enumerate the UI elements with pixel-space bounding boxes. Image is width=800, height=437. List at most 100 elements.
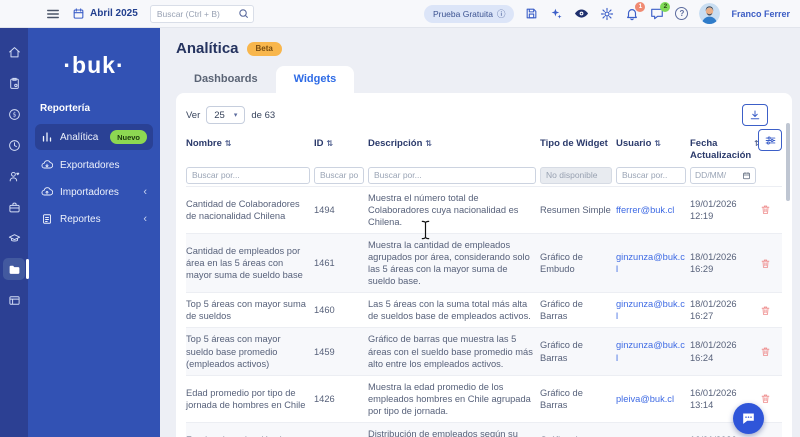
sort-icon[interactable]: ⇅ (654, 139, 661, 149)
trash-icon (761, 347, 770, 356)
download-icon (750, 110, 760, 120)
sidebar-item-analitica[interactable]: Analítica Nuevo (35, 124, 153, 150)
support-chat-button[interactable] (733, 403, 764, 434)
avatar[interactable] (699, 3, 721, 24)
widget-description: Distribución de empleados según su fondo… (368, 428, 518, 437)
user-name[interactable]: Franco Ferrer (731, 9, 790, 19)
rail-home-icon[interactable] (3, 41, 25, 63)
widget-name: Cantidad de Colaboradores de nacionalida… (186, 198, 300, 221)
filter-nombre-input[interactable] (186, 166, 310, 184)
app-shell: $ ·buk· Reportería Analítica Nuevo Expor… (0, 28, 800, 437)
widget-description: Muestra la cantidad de empleados agrupad… (368, 239, 530, 287)
rail-benefits-icon[interactable] (3, 196, 25, 218)
save-icon (527, 8, 537, 19)
table-header: Nombre ⇅ ID ⇅ Descripción ⇅ Tipo de Widget … (186, 135, 782, 167)
gear-icon (601, 7, 614, 20)
download-button[interactable] (742, 104, 768, 126)
filter-toggle-button[interactable] (758, 129, 782, 151)
module-rail: $ (0, 28, 29, 437)
period-selector[interactable]: Abril 2025 (72, 7, 138, 20)
update-date: 18/01/2026 (690, 299, 737, 310)
sidebar-item-exportadores[interactable]: Exportadores (35, 153, 153, 177)
table-row[interactable]: Top 5 áreas con mayor sueldo base promed… (186, 327, 782, 375)
bar-chart-icon (42, 132, 52, 142)
widget-description: Gráfico de barras que muestra las 5 área… (368, 334, 533, 369)
filter-tipo-disabled: No disponible (540, 166, 612, 184)
sidebar: ·buk· Reportería Analítica Nuevo Exporta… (28, 28, 160, 437)
user-email-link[interactable]: ginzunza@buk.cl (616, 252, 685, 274)
trash-icon (761, 306, 770, 315)
search-icon[interactable] (238, 8, 249, 19)
column-header-fecha[interactable]: Fecha Actualización⇅ (690, 135, 761, 167)
user-email-link[interactable]: ginzunza@buk.cl (616, 340, 685, 362)
main-content: Analítica Beta Dashboards Widgets Ver 25… (160, 28, 800, 437)
topbar-actions: Prueba Gratuita ⓘ 1 2 ? Franco Ferrer (423, 1, 790, 24)
trial-label: Prueba Gratuita (432, 8, 493, 19)
filter-id-input[interactable] (314, 166, 364, 184)
column-header-descripcion[interactable]: Descripción ⇅ (368, 135, 536, 167)
user-email-link[interactable]: ginzunza@buk.cl (616, 299, 685, 321)
column-header-tipo: Tipo de Widget (540, 138, 608, 149)
trash-icon (761, 259, 770, 268)
column-header-nombre[interactable]: Nombre ⇅ (186, 135, 310, 167)
svg-text:$: $ (12, 111, 16, 118)
filter-sliders-icon (765, 136, 775, 144)
save-shortcut-button[interactable] (525, 7, 538, 20)
settings-button[interactable] (600, 7, 614, 21)
notifications: 1 (625, 1, 646, 21)
widget-id: 1459 (314, 346, 335, 357)
delete-button[interactable] (760, 305, 780, 316)
widget-type: Gráfico de Barras (540, 387, 583, 410)
rail-reports-icon[interactable] (3, 258, 29, 280)
rail-payroll-icon[interactable]: $ (3, 103, 25, 125)
filter-fecha-input[interactable]: DD/MM/ (690, 166, 756, 184)
sidebar-item-importadores[interactable]: Importadores ‹ (35, 180, 153, 204)
visibility-button[interactable] (574, 6, 589, 21)
widget-description: Muestra el número total de Colaboradores… (368, 192, 519, 227)
page-size-select[interactable]: 25 ▾ (206, 106, 246, 124)
sort-icon[interactable]: ⇅ (425, 139, 432, 149)
ai-assistant-button[interactable] (549, 7, 563, 21)
widget-id: 1426 (314, 393, 335, 404)
widget-type: Gráfico de Barras (540, 299, 583, 322)
filter-usuario-input[interactable] (616, 166, 686, 184)
calendar-icon (743, 172, 750, 179)
widgets-card: Ver 25 ▾ de 63 Nombre ⇅ ID ⇅ Descripción ⇅ … (176, 93, 792, 437)
table-row[interactable]: Edad promedio por tipo de jornada de hom… (186, 374, 782, 422)
rail-training-icon[interactable] (3, 227, 25, 249)
filter-descripcion-input[interactable] (368, 166, 536, 184)
user-email-link[interactable]: pleiva@buk.cl (616, 394, 674, 404)
table-controls: Ver 25 ▾ de 63 (186, 104, 782, 126)
sidebar-item-reportes[interactable]: Reportes ‹ (35, 207, 153, 231)
delete-button[interactable] (760, 346, 780, 357)
sort-icon[interactable]: ⇅ (225, 139, 232, 149)
delete-button[interactable] (760, 204, 780, 215)
delete-button[interactable] (760, 258, 780, 269)
column-header-id[interactable]: ID ⇅ (314, 135, 364, 167)
rail-talent-icon[interactable] (3, 165, 25, 187)
sort-icon[interactable]: ⇅ (327, 139, 334, 149)
menu-icon[interactable] (46, 7, 60, 21)
user-email-link[interactable]: fferrer@buk.cl (616, 205, 674, 215)
trial-badge[interactable]: Prueba Gratuita ⓘ (423, 4, 515, 23)
tab-widgets[interactable]: Widgets (275, 66, 355, 93)
rail-time-icon[interactable] (3, 134, 25, 156)
table-row[interactable]: Cantidad de empleados por área en las 5 … (186, 232, 782, 293)
help-icon[interactable]: ? (675, 7, 689, 20)
table-row[interactable]: Fondos de cotización de empleados 1393 D… (186, 421, 782, 437)
table-scrollbar[interactable] (786, 123, 790, 201)
update-time: 16:24 (690, 352, 714, 363)
ver-label: Ver (186, 109, 201, 121)
delete-button[interactable] (760, 393, 780, 404)
tab-dashboards[interactable]: Dashboards (176, 66, 276, 93)
widget-user: pleiva@buk.cl (616, 393, 686, 405)
sidebar-item-label: Importadores (60, 186, 119, 198)
rail-apps-icon[interactable] (3, 289, 25, 311)
page-size-value: 25 (214, 109, 225, 121)
rail-admin-icon[interactable] (3, 72, 25, 94)
column-header-usuario[interactable]: Usuario ⇅ (616, 135, 686, 167)
widget-updated-at: 19/01/2026 12:19 (690, 198, 756, 222)
table-row[interactable]: Top 5 áreas con mayor suma de sueldos 14… (186, 292, 782, 327)
eye-icon (575, 9, 589, 18)
table-row[interactable]: Cantidad de Colaboradores de nacionalida… (186, 185, 782, 233)
